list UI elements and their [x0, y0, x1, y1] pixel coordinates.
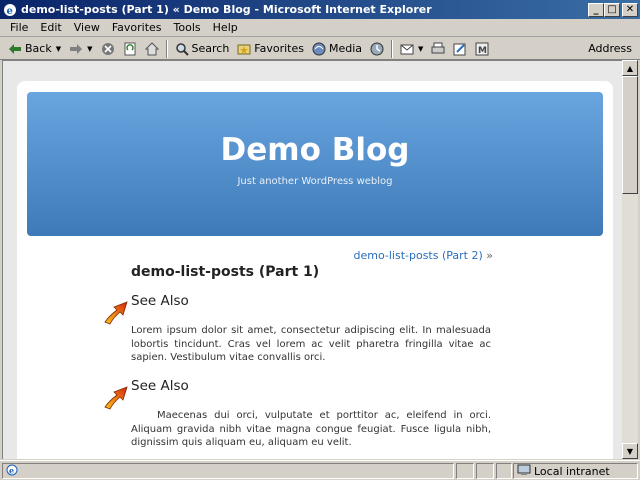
menu-file[interactable]: File — [4, 21, 34, 34]
scroll-up-button[interactable]: ▲ — [622, 60, 638, 76]
toolbar: Back ▼ ▼ Search Favorites Media ▼ M Addr… — [0, 38, 640, 60]
status-cell — [456, 463, 474, 479]
menu-favorites[interactable]: Favorites — [106, 21, 168, 34]
minimize-button[interactable]: _ — [588, 2, 604, 17]
browser-viewport: Demo Blog Just another WordPress weblog … — [2, 60, 624, 459]
print-button[interactable] — [427, 39, 449, 59]
search-button[interactable]: Search — [171, 39, 234, 59]
menu-bar: File Edit View Favorites Tools Help — [0, 19, 640, 37]
security-zone: Local intranet — [513, 463, 638, 479]
vertical-scrollbar[interactable]: ▲ ▼ — [622, 60, 638, 459]
close-button[interactable]: ✕ — [622, 2, 638, 17]
security-zone-label: Local intranet — [534, 464, 610, 478]
messenger-icon: M — [475, 42, 489, 56]
scroll-thumb[interactable] — [622, 76, 638, 194]
menu-edit[interactable]: Edit — [34, 21, 67, 34]
messenger-button[interactable]: M — [471, 39, 493, 59]
status-cell — [476, 463, 494, 479]
svg-text:M: M — [478, 46, 487, 56]
stop-icon — [101, 42, 115, 56]
search-label: Search — [191, 42, 230, 55]
section-heading: See Also — [131, 293, 189, 309]
history-icon — [370, 42, 384, 56]
section-paragraph: Lorem ipsum dolor sit amet, consectetur … — [131, 325, 491, 363]
history-button[interactable] — [366, 39, 388, 59]
next-post-link[interactable]: demo-list-posts (Part 2) » — [353, 249, 493, 262]
refresh-button[interactable] — [119, 39, 141, 59]
scroll-down-button[interactable]: ▼ — [622, 443, 638, 459]
edit-button[interactable] — [449, 39, 471, 59]
toolbar-separator — [391, 39, 394, 58]
arrow-icon — [101, 383, 131, 411]
status-cell — [496, 463, 512, 479]
next-arrow: » — [486, 249, 493, 262]
blog-title[interactable]: Demo Blog — [27, 132, 603, 168]
back-arrow-icon — [8, 42, 22, 56]
ie-icon: e — [2, 2, 18, 18]
media-button[interactable]: Media — [308, 39, 366, 59]
favorites-label: Favorites — [254, 42, 304, 55]
section-paragraph: Maecenas dui orci, vulputate et porttito… — [131, 410, 491, 448]
mail-icon — [400, 42, 414, 56]
search-icon — [175, 42, 189, 56]
refresh-icon — [123, 42, 137, 56]
menu-tools[interactable]: Tools — [168, 21, 207, 34]
favorites-button[interactable]: Favorites — [233, 39, 308, 59]
menu-help[interactable]: Help — [207, 21, 244, 34]
page-icon: e — [6, 464, 18, 479]
page-container: Demo Blog Just another WordPress weblog … — [17, 81, 613, 459]
edit-icon — [453, 42, 467, 56]
arrow-icon — [101, 298, 131, 326]
forward-arrow-icon — [69, 42, 83, 56]
blog-description: Just another WordPress weblog — [237, 176, 393, 187]
title-bar: e demo-list-posts (Part 1) « Demo Blog -… — [0, 0, 640, 19]
intranet-icon — [517, 464, 531, 479]
back-button[interactable]: Back ▼ — [4, 39, 65, 59]
menu-view[interactable]: View — [68, 21, 106, 34]
blog-header: Demo Blog Just another WordPress weblog — [27, 92, 603, 236]
forward-button[interactable]: ▼ — [65, 39, 96, 59]
media-icon — [312, 42, 326, 56]
window-title: demo-list-posts (Part 1) « Demo Blog - M… — [21, 3, 432, 16]
back-label: Back — [25, 42, 52, 55]
stop-button[interactable] — [97, 39, 119, 59]
dropdown-arrow-icon[interactable]: ▼ — [87, 45, 92, 53]
svg-text:e: e — [7, 6, 13, 17]
section-heading: See Also — [131, 378, 189, 394]
address-label: Address — [588, 42, 632, 55]
dropdown-arrow-icon[interactable]: ▼ — [56, 45, 61, 53]
home-button[interactable] — [141, 39, 163, 59]
print-icon — [431, 42, 445, 56]
post-title: demo-list-posts (Part 1) — [131, 264, 320, 280]
maximize-button[interactable]: □ — [604, 2, 620, 17]
toolbar-separator — [165, 39, 168, 58]
favorites-icon — [237, 42, 251, 56]
next-post-link-text[interactable]: demo-list-posts (Part 2) — [353, 249, 482, 262]
home-icon — [144, 41, 159, 56]
media-label: Media — [329, 42, 363, 55]
status-bar: e Local intranet — [0, 460, 640, 480]
status-main: e — [2, 463, 454, 479]
mail-button[interactable]: ▼ — [396, 39, 427, 59]
svg-text:e: e — [9, 465, 14, 475]
dropdown-arrow-icon[interactable]: ▼ — [418, 45, 423, 53]
